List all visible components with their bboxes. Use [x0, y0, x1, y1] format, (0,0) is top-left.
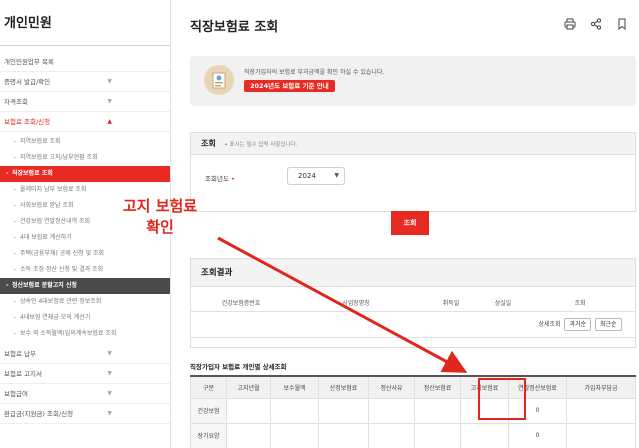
annotation-line-1: 고지 보험료	[122, 197, 198, 215]
annotation-label: 고지 보험료 확인	[90, 196, 230, 238]
annotation-line-2: 확인	[146, 218, 174, 236]
annotation-highlight-box	[478, 378, 526, 420]
